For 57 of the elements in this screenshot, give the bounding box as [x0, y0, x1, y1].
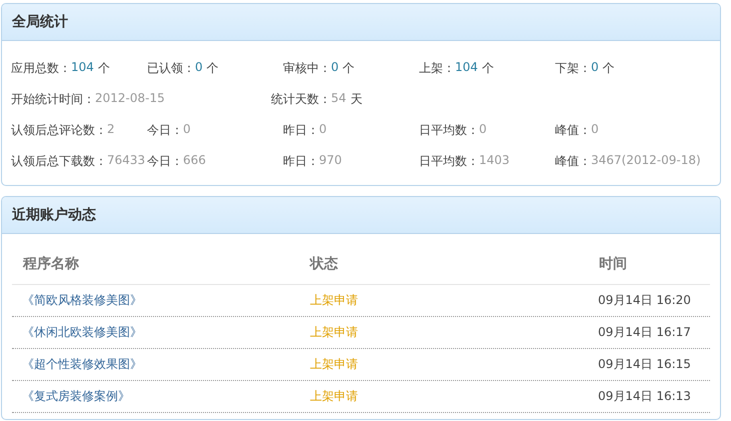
stat-unit: 个 — [342, 60, 355, 77]
panel-title: 近期账户动态 — [12, 206, 96, 224]
stat-label: 上架： — [419, 60, 455, 77]
stat-value: 76433 — [107, 153, 146, 169]
stat-value: 0 — [591, 60, 599, 76]
status-text: 上架申请 — [309, 324, 358, 341]
stat-value: 2012-08-15 — [95, 91, 165, 107]
stat-value: 2 — [107, 122, 115, 138]
app-link[interactable]: 《超个性装修效果图》 — [12, 356, 142, 373]
stat-label: 昨日： — [283, 153, 319, 170]
time-text: 09月14日 16:13 — [597, 388, 691, 405]
app-link[interactable]: 《休闲北欧装修美图》 — [12, 324, 142, 341]
stat-value: 0 — [591, 122, 599, 138]
stat-value: 3467(2012-09-18) — [591, 153, 701, 169]
stat-label: 峰值： — [555, 153, 591, 170]
stat-value: 0 — [319, 122, 327, 138]
status-text: 上架申请 — [309, 292, 358, 309]
column-header: 状态 — [308, 255, 339, 273]
stat-unit: 个 — [206, 60, 219, 77]
panel-title: 全局统计 — [12, 13, 68, 31]
stat-label: 审核中： — [283, 60, 331, 77]
stat-value: 0 — [479, 122, 487, 138]
stat-label: 峰值： — [555, 122, 591, 139]
stat-unit: 个 — [602, 60, 615, 77]
column-header: 时间 — [598, 255, 628, 273]
stat-label: 统计天数： — [271, 91, 331, 108]
stat-unit: 个 — [482, 60, 494, 77]
time-text: 09月14日 16:20 — [597, 292, 691, 309]
stat-label: 今日： — [147, 122, 183, 139]
status-text: 上架申请 — [309, 388, 358, 405]
stat-value: 54 — [331, 91, 346, 107]
app-link[interactable]: 《简欧风格装修美图》 — [12, 292, 142, 309]
column-header: 程序名称 — [22, 255, 80, 273]
stat-label: 应用总数： — [11, 60, 71, 77]
stat-value: 1403 — [479, 153, 510, 169]
app-link[interactable]: 《复式房装修案例》 — [12, 388, 130, 405]
stat-label: 已认领： — [147, 60, 195, 77]
stat-unit: 天 — [350, 91, 362, 108]
time-text: 09月14日 16:15 — [597, 356, 691, 373]
stat-value: 104 — [455, 60, 478, 76]
stat-label: 认领后总评论数： — [11, 122, 107, 139]
time-text: 09月14日 16:17 — [597, 324, 691, 341]
stat-label: 开始统计时间： — [11, 91, 95, 108]
stat-value: 0 — [195, 60, 203, 76]
stat-label: 日平均数： — [419, 122, 479, 139]
stat-unit: 个 — [98, 60, 110, 77]
stat-label: 今日： — [147, 153, 183, 170]
stat-label: 昨日： — [283, 122, 319, 139]
stat-value: 970 — [319, 153, 342, 169]
stat-label: 认领后总下载数： — [11, 153, 107, 170]
stat-label: 下架： — [555, 60, 591, 77]
stat-label: 日平均数： — [419, 153, 479, 170]
stat-value: 104 — [71, 60, 94, 76]
status-text: 上架申请 — [309, 356, 358, 373]
stat-value: 0 — [331, 60, 339, 76]
stat-value: 0 — [183, 122, 191, 138]
stat-value: 666 — [183, 153, 206, 169]
